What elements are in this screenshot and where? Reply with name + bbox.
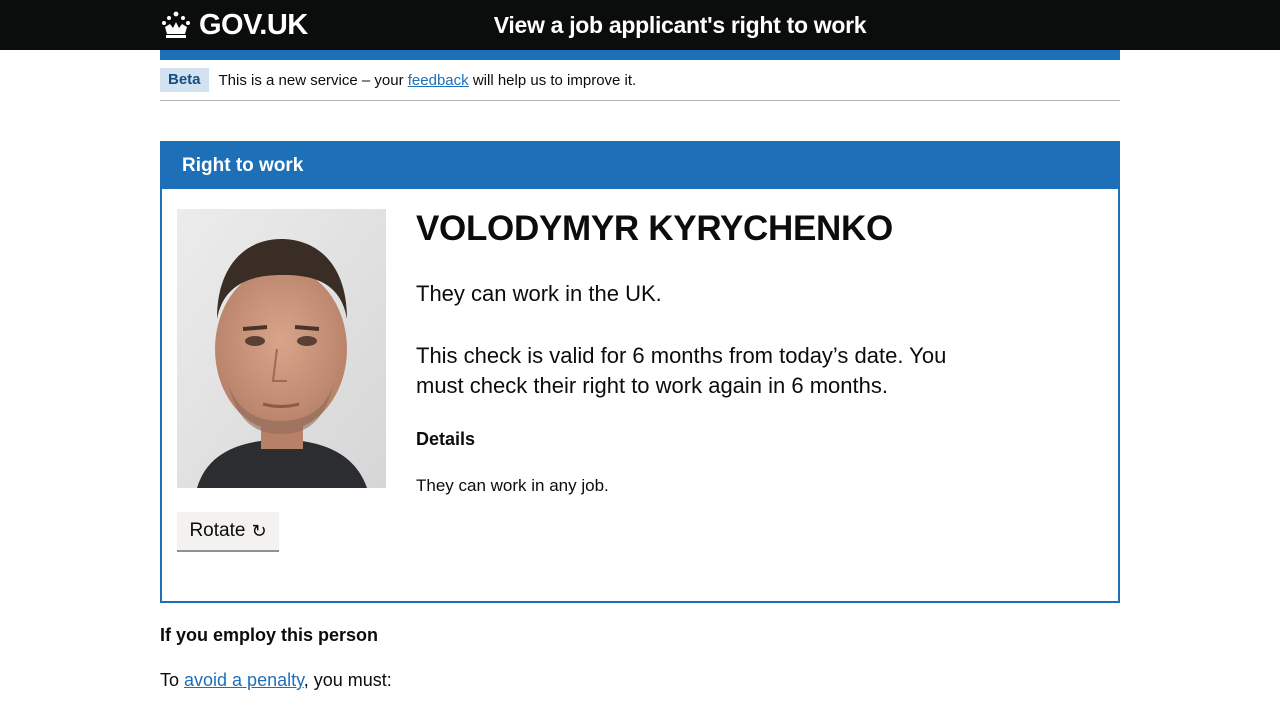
panel-title: Right to work [162,143,1118,189]
phase-banner: Beta This is a new service – your feedba… [160,60,1120,101]
details-heading: Details [416,429,476,449]
details-text: They can work in any job. [416,476,609,495]
feedback-link[interactable]: feedback [408,72,469,89]
penalty-text-after: , you must: [303,670,392,690]
phase-banner-text: This is a new service – your feedback wi… [219,72,637,89]
avoid-penalty-link[interactable]: avoid a penalty [184,670,304,690]
applicant-photo [177,209,386,488]
service-name-link[interactable]: View a job applicant's right to work [494,12,867,38]
work-status: They can work in the UK. [416,281,662,306]
right-to-work-panel: Right to work Rotate ↻ VOLODYMYR KYRYCHE… [160,141,1120,603]
beta-tag: Beta [160,68,209,92]
phase-text-after: will help us to improve it. [468,71,637,89]
rotate-label: Rotate [189,520,246,541]
service-name: View a job applicant's right to work [0,0,1280,50]
phase-text-before: This is a new service – your [218,71,408,89]
penalty-line: To avoid a penalty, you must: [160,670,392,691]
header-blue-bar [160,50,1120,60]
rotate-icon: ↻ [251,520,267,541]
penalty-text-before: To [160,670,185,690]
applicant-name: VOLODYMYR KYRYCHENKO [416,209,893,248]
applicant-photo-image [177,209,386,488]
validity-text: This check is valid for 6 months from to… [416,343,947,398]
rotate-button[interactable]: Rotate ↻ [177,512,279,550]
employ-heading: If you employ this person [160,625,379,645]
